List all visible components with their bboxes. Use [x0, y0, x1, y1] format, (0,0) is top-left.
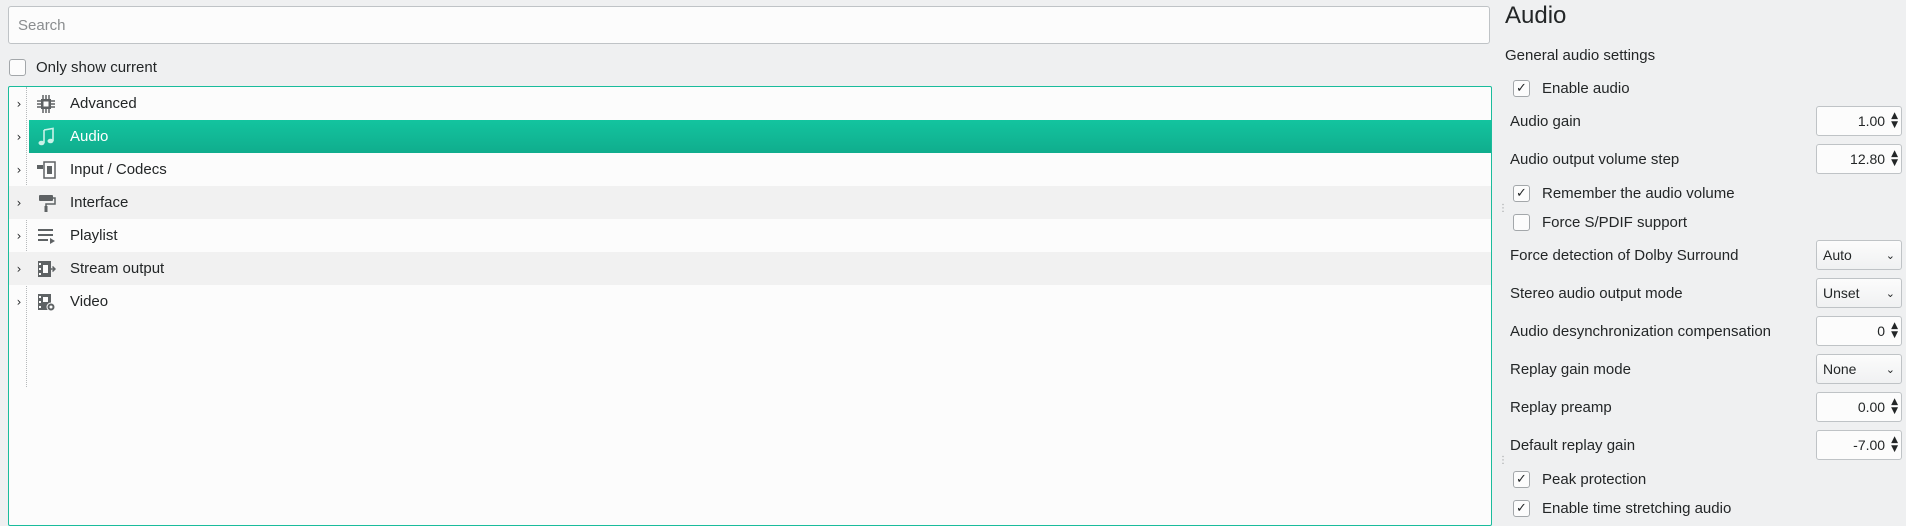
- music-note-icon: [35, 126, 57, 148]
- stereo-mode-value: Unset: [1823, 285, 1860, 301]
- replay-gain-mode-select[interactable]: None ⌄: [1816, 354, 1902, 384]
- tree-item-advanced[interactable]: › Advanced: [9, 87, 1491, 120]
- chevron-down-icon: ⌄: [1885, 248, 1895, 262]
- tree-item-video[interactable]: › Video: [9, 285, 1491, 318]
- desync-label: Audio desynchronization compensation: [1510, 322, 1771, 340]
- tree-item-label: Stream output: [70, 260, 165, 277]
- chevron-right-icon[interactable]: ›: [13, 229, 25, 243]
- input-codecs-icon: [35, 159, 57, 181]
- replay-preamp-spinbox[interactable]: 0.00 ▲ ▼: [1816, 392, 1902, 422]
- chevron-right-icon[interactable]: ›: [13, 97, 25, 111]
- enable-audio-label: Enable audio: [1542, 79, 1630, 97]
- volume-step-value: 12.80: [1850, 151, 1886, 167]
- default-replay-gain-value: -7.00: [1853, 437, 1886, 453]
- chevron-right-icon[interactable]: ›: [13, 196, 25, 210]
- tree-item-playlist[interactable]: › Playlist: [9, 219, 1491, 252]
- replay-gain-mode-row: Replay gain mode None ⌄: [1510, 353, 1902, 385]
- default-replay-gain-row: Default replay gain -7.00 ▲ ▼: [1510, 429, 1902, 461]
- tree-item-input-codecs[interactable]: › Input / Codecs: [9, 153, 1491, 186]
- desync-value: 0: [1877, 323, 1886, 339]
- stereo-mode-label: Stereo audio output mode: [1510, 284, 1683, 302]
- peak-protection-checkbox[interactable]: Peak protection: [1513, 467, 1646, 491]
- film-gear-icon: [35, 291, 57, 313]
- audio-gain-value: 1.00: [1857, 113, 1886, 129]
- peak-protection-label: Peak protection: [1542, 470, 1647, 488]
- volume-step-label: Audio output volume step: [1510, 150, 1680, 168]
- replay-preamp-value: 0.00: [1857, 399, 1886, 415]
- enable-audio-checkbox[interactable]: Enable audio: [1513, 76, 1630, 100]
- tree-item-label: Input / Codecs: [70, 161, 167, 178]
- chevron-right-icon[interactable]: ›: [13, 130, 25, 144]
- tree-item-label: Audio: [70, 128, 109, 145]
- chip-icon: [35, 93, 57, 115]
- splitter-handle[interactable]: ⋮: [1498, 203, 1508, 214]
- spin-arrows-icon[interactable]: ▲ ▼: [1891, 436, 1898, 454]
- stereo-mode-row: Stereo audio output mode Unset ⌄: [1510, 277, 1902, 309]
- chevron-right-icon[interactable]: ›: [13, 163, 25, 177]
- stream-output-icon: [35, 258, 57, 280]
- tree-item-label: Interface: [70, 194, 129, 211]
- chevron-right-icon[interactable]: ›: [13, 262, 25, 276]
- playlist-icon: [35, 225, 57, 247]
- remember-volume-label: Remember the audio volume: [1542, 184, 1735, 202]
- force-spdif-checkbox[interactable]: Force S/PDIF support: [1513, 210, 1687, 234]
- settings-panel: Audio General audio settings Enable audi…: [1503, 0, 1906, 522]
- splitter-handle[interactable]: ⋮: [1498, 455, 1508, 466]
- tree-item-interface[interactable]: › Interface: [9, 186, 1491, 219]
- default-replay-gain-spinbox[interactable]: -7.00 ▲ ▼: [1816, 430, 1902, 460]
- dolby-label: Force detection of Dolby Surround: [1510, 246, 1739, 264]
- tree-item-audio[interactable]: › Audio: [9, 120, 1491, 153]
- time-stretching-box[interactable]: [1513, 499, 1530, 517]
- desync-row: Audio desynchronization compensation 0 ▲…: [1510, 315, 1902, 347]
- chevron-down-icon: ⌄: [1885, 286, 1895, 300]
- chevron-down-icon: ⌄: [1885, 362, 1895, 376]
- chevron-right-icon[interactable]: ›: [13, 295, 25, 309]
- volume-step-row: Audio output volume step 12.80 ▲ ▼: [1510, 143, 1902, 175]
- desync-spinbox[interactable]: 0 ▲ ▼: [1816, 316, 1902, 346]
- replay-preamp-label: Replay preamp: [1510, 398, 1612, 416]
- tree-item-label: Advanced: [70, 95, 137, 112]
- time-stretching-checkbox[interactable]: Enable time stretching audio: [1513, 496, 1731, 520]
- remember-volume-box[interactable]: [1513, 184, 1530, 202]
- tree-item-stream-output[interactable]: › Stream output: [9, 252, 1491, 285]
- enable-audio-box[interactable]: [1513, 79, 1530, 97]
- spin-arrows-icon[interactable]: ▲ ▼: [1891, 398, 1898, 416]
- spin-arrows-icon[interactable]: ▲ ▼: [1891, 112, 1898, 130]
- spin-arrows-icon[interactable]: ▲ ▼: [1891, 322, 1898, 340]
- peak-protection-box[interactable]: [1513, 470, 1530, 488]
- default-replay-gain-label: Default replay gain: [1510, 436, 1636, 454]
- tree-item-label: Playlist: [70, 227, 118, 244]
- audio-gain-label: Audio gain: [1510, 112, 1581, 130]
- paint-roller-icon: [35, 192, 57, 214]
- volume-step-spinbox[interactable]: 12.80 ▲ ▼: [1816, 144, 1902, 174]
- replay-gain-mode-label: Replay gain mode: [1510, 360, 1631, 378]
- audio-gain-row: Audio gain 1.00 ▲ ▼: [1510, 105, 1902, 137]
- search-input[interactable]: Search: [8, 6, 1490, 44]
- spin-arrows-icon[interactable]: ▲ ▼: [1891, 150, 1898, 168]
- time-stretching-label: Enable time stretching audio: [1542, 499, 1732, 517]
- only-show-current-box[interactable]: [9, 58, 26, 76]
- stereo-mode-select[interactable]: Unset ⌄: [1816, 278, 1902, 308]
- replay-preamp-row: Replay preamp 0.00 ▲ ▼: [1510, 391, 1902, 423]
- category-tree[interactable]: › Advanced › Audio › Input / Codecs › In…: [8, 86, 1492, 526]
- audio-gain-spinbox[interactable]: 1.00 ▲ ▼: [1816, 106, 1902, 136]
- force-spdif-box[interactable]: [1513, 213, 1530, 231]
- only-show-current-checkbox[interactable]: Only show current: [9, 57, 157, 77]
- remember-volume-checkbox[interactable]: Remember the audio volume: [1513, 181, 1735, 205]
- tree-item-label: Video: [70, 293, 109, 310]
- replay-gain-mode-value: None: [1823, 361, 1857, 377]
- dolby-value: Auto: [1823, 247, 1852, 263]
- only-show-current-label: Only show current: [36, 58, 157, 76]
- force-spdif-label: Force S/PDIF support: [1542, 213, 1688, 231]
- panel-subtitle: General audio settings: [1505, 47, 1656, 64]
- dolby-row: Force detection of Dolby Surround Auto ⌄: [1510, 239, 1902, 271]
- panel-title: Audio: [1505, 2, 1567, 29]
- dolby-select[interactable]: Auto ⌄: [1816, 240, 1902, 270]
